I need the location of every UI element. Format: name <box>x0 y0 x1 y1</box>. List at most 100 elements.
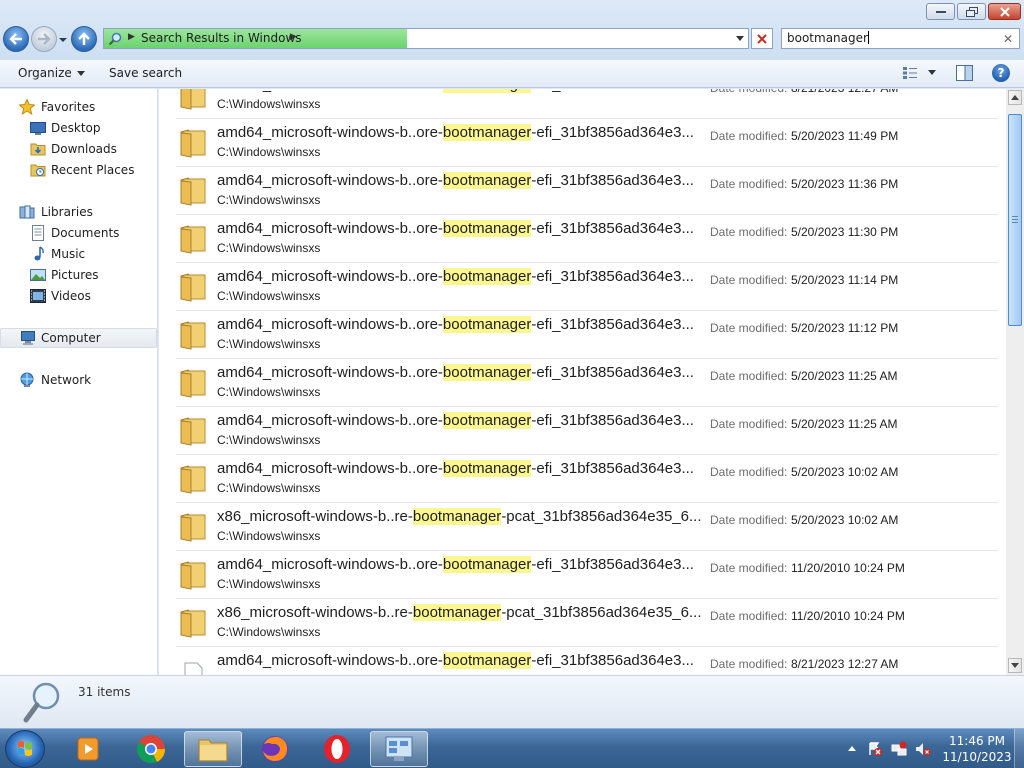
preview-pane-icon[interactable] <box>956 65 973 81</box>
start-button[interactable] <box>5 730 45 768</box>
breadcrumb-chevron-icon[interactable]: ▶ <box>128 32 135 42</box>
nav-documents[interactable]: Documents <box>0 223 157 243</box>
opera-icon <box>324 735 350 763</box>
address-bar[interactable]: ▶ Search Results in Windows ▶ <box>103 28 749 49</box>
restore-button[interactable] <box>957 3 986 20</box>
result-row[interactable]: amd64_microsoft-windows-b..ore-bootmanag… <box>176 89 998 119</box>
result-row[interactable]: amd64_microsoft-windows-b..ore-bootmanag… <box>176 551 998 599</box>
result-row[interactable]: x86_microsoft-windows-b..re-bootmanager-… <box>176 599 998 647</box>
chevron-down-icon <box>1011 663 1019 668</box>
libraries-icon <box>19 205 35 219</box>
views-dropdown-arrow[interactable] <box>928 70 936 75</box>
nav-desktop[interactable]: Desktop <box>0 118 157 138</box>
firefox-icon <box>262 736 288 762</box>
taskbar-explorer[interactable] <box>184 731 242 767</box>
recent-pages-button[interactable] <box>58 34 68 44</box>
search-match-highlight: bootmanager <box>442 89 532 93</box>
minimize-button[interactable] <box>926 3 955 20</box>
back-button[interactable] <box>3 26 29 52</box>
date-modified-label: Date modified: <box>710 225 788 239</box>
folder-icon <box>180 465 206 494</box>
result-row[interactable]: amd64_microsoft-windows-b..ore-bootmanag… <box>176 359 998 407</box>
breadcrumb-location[interactable]: Search Results in Windows <box>141 31 302 45</box>
address-history-dropdown[interactable] <box>736 36 744 41</box>
taskbar-control-panel[interactable] <box>370 731 428 767</box>
restore-icon <box>965 6 978 17</box>
nav-favorites[interactable]: Favorites <box>0 97 157 117</box>
help-button[interactable]: ? <box>992 64 1010 82</box>
date-modified-value: 5/20/2023 11:36 PM <box>791 177 899 191</box>
close-icon <box>999 6 1010 17</box>
nav-downloads[interactable]: Downloads <box>0 139 157 159</box>
nav-libraries[interactable]: Libraries <box>0 202 157 222</box>
result-name-prefix: amd64_microsoft-windows-b..ore- <box>217 652 443 669</box>
search-results-list: amd64_microsoft-windows-b..ore-bootmanag… <box>159 89 1006 675</box>
taskbar-firefox[interactable] <box>246 731 304 767</box>
clear-search-icon[interactable]: ✕ <box>1003 32 1013 46</box>
breadcrumb-chevron-icon[interactable]: ▶ <box>290 32 297 42</box>
result-row[interactable]: amd64_microsoft-windows-b..ore-bootmanag… <box>176 407 998 455</box>
search-match-highlight: bootmanager <box>442 412 532 429</box>
close-button[interactable] <box>988 3 1021 20</box>
nav-music-label: Music <box>51 247 86 261</box>
folder-icon <box>180 561 206 590</box>
result-path: C:\Windows\winsxs <box>217 481 321 495</box>
search-match-highlight: bootmanager <box>442 316 532 333</box>
date-modified-value: 5/20/2023 10:02 AM <box>791 465 899 479</box>
date-modified-value: 8/21/2023 12:27 AM <box>791 89 898 95</box>
result-row[interactable]: amd64_microsoft-windows-b..ore-bootmanag… <box>176 647 998 675</box>
nav-music[interactable]: Music <box>0 244 157 264</box>
organize-button[interactable]: Organize <box>18 66 85 80</box>
scroll-down-button[interactable] <box>1008 658 1022 673</box>
taskbar-chrome[interactable] <box>122 731 180 767</box>
result-path: C:\Windows\winsxs <box>217 529 321 543</box>
result-path: C:\Windows\winsxs <box>217 385 321 399</box>
scroll-up-button[interactable] <box>1008 90 1022 105</box>
show-hidden-icons-button[interactable] <box>848 746 856 751</box>
volume-muted-icon[interactable] <box>915 741 931 757</box>
documents-icon <box>32 225 44 241</box>
file-icon <box>184 662 203 675</box>
result-row[interactable]: amd64_microsoft-windows-b..ore-bootmanag… <box>176 215 998 263</box>
details-pane: 31 items <box>0 675 1024 728</box>
result-row[interactable]: amd64_microsoft-windows-b..ore-bootmanag… <box>176 263 998 311</box>
clock-date[interactable]: 11/10/2023 <box>942 750 1012 764</box>
show-desktop-button[interactable] <box>1014 729 1024 768</box>
search-match-highlight: bootmanager <box>412 604 502 621</box>
vertical-scrollbar[interactable] <box>1006 89 1024 675</box>
date-modified-label: Date modified: <box>710 609 788 623</box>
result-path: C:\Windows\winsxs <box>217 97 321 111</box>
up-button[interactable] <box>71 26 97 52</box>
scrollbar-thumb[interactable] <box>1008 114 1022 326</box>
clock-time[interactable]: 11:46 PM <box>947 734 1007 748</box>
result-row[interactable]: amd64_microsoft-windows-b..ore-bootmanag… <box>176 455 998 503</box>
nav-libraries-label: Libraries <box>41 205 93 219</box>
back-arrow-icon <box>9 33 22 45</box>
save-search-button[interactable]: Save search <box>109 66 182 80</box>
date-modified-value: 5/20/2023 11:30 PM <box>791 225 899 239</box>
result-row[interactable]: amd64_microsoft-windows-b..ore-bootmanag… <box>176 167 998 215</box>
result-row[interactable]: amd64_microsoft-windows-b..ore-bootmanag… <box>176 119 998 167</box>
search-input[interactable]: bootmanager ✕ <box>781 28 1020 49</box>
taskbar-media-player[interactable] <box>60 731 118 767</box>
nav-recent-places[interactable]: Recent Places <box>0 160 157 180</box>
date-modified-label: Date modified: <box>710 561 788 575</box>
forward-button[interactable] <box>31 26 57 52</box>
change-view-icon[interactable] <box>902 66 918 80</box>
search-folder-icon <box>108 32 122 46</box>
result-row[interactable]: x86_microsoft-windows-b..re-bootmanager-… <box>176 503 998 551</box>
nav-network[interactable]: Network <box>0 370 157 390</box>
result-name-prefix: amd64_microsoft-windows-b..ore- <box>217 124 443 141</box>
nav-computer[interactable]: Computer <box>0 328 157 348</box>
nav-pictures[interactable]: Pictures <box>0 265 157 285</box>
chevron-down-icon <box>76 71 85 76</box>
folder-icon <box>180 225 206 254</box>
network-status-icon[interactable] <box>891 741 907 757</box>
nav-videos[interactable]: Videos <box>0 286 157 306</box>
result-row[interactable]: amd64_microsoft-windows-b..ore-bootmanag… <box>176 311 998 359</box>
result-name: amd64_microsoft-windows-b..ore-bootmanag… <box>217 412 694 429</box>
stop-search-button[interactable] <box>751 28 773 49</box>
result-name-suffix: -efi_31bf3856ad364e3... <box>531 124 694 141</box>
taskbar-opera[interactable] <box>308 731 366 767</box>
action-center-icon[interactable] <box>867 741 883 757</box>
